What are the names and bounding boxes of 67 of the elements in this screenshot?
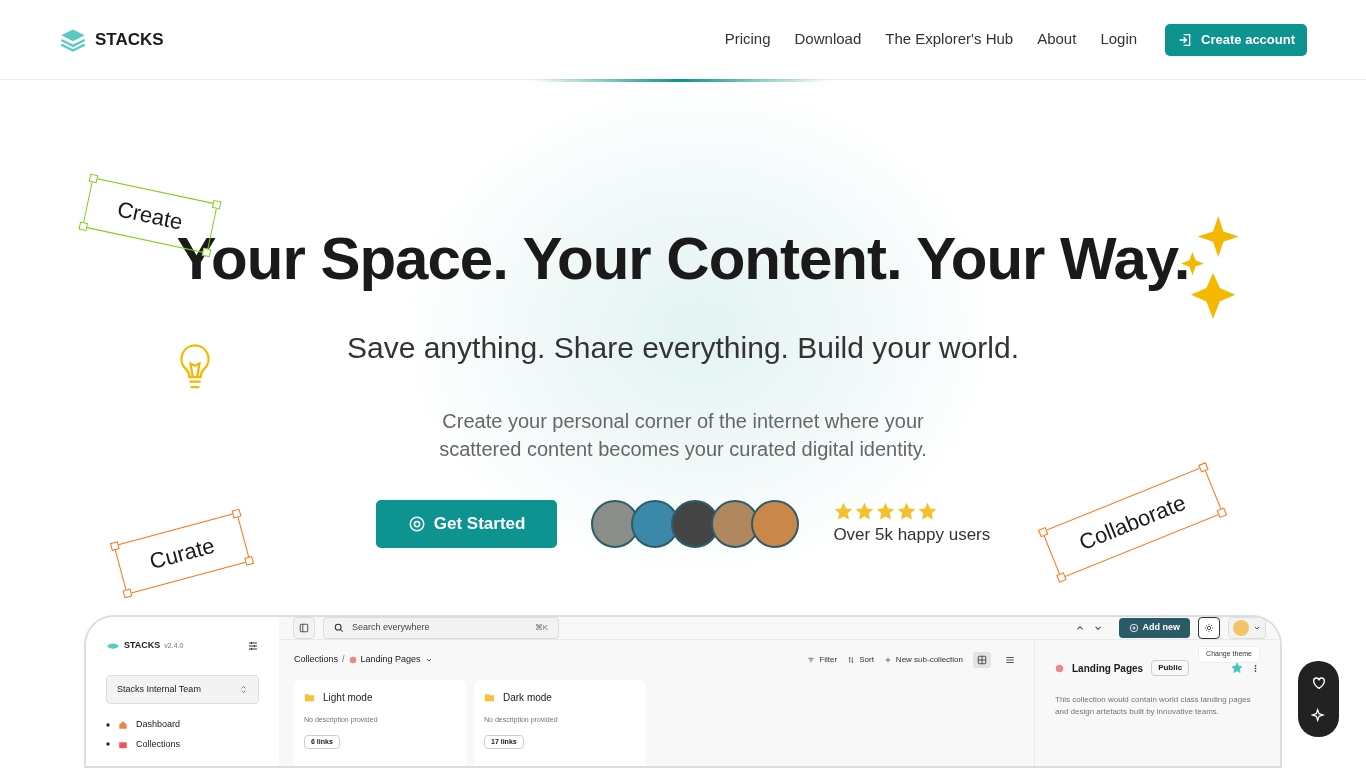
card-title: Light mode xyxy=(323,691,373,705)
star-icon xyxy=(833,500,855,522)
chevron-down-icon xyxy=(1253,624,1261,632)
list-icon xyxy=(1005,655,1015,665)
nav-link[interactable]: Download xyxy=(794,28,862,51)
sliders-icon xyxy=(247,640,259,652)
folder-icon xyxy=(304,692,315,703)
create-account-button[interactable]: Create account xyxy=(1165,23,1307,56)
bullet-icon xyxy=(106,722,110,727)
breadcrumb-link[interactable]: Collections xyxy=(294,653,339,667)
sun-icon xyxy=(1204,623,1214,633)
star-icon xyxy=(896,500,918,522)
get-started-button[interactable]: Get Started xyxy=(375,500,558,548)
add-new-button[interactable]: Add new xyxy=(1118,618,1190,638)
user-avatar xyxy=(1233,620,1249,636)
search-field[interactable]: Search everywhere ⌘K xyxy=(323,617,559,639)
toolbar-button[interactable]: Sort xyxy=(847,654,874,666)
palette-icon xyxy=(1055,663,1064,673)
star-icon[interactable] xyxy=(1231,662,1243,674)
panel-description: This collection would contain world class landing pages and design artefacts built by innovative teams. xyxy=(1055,694,1252,718)
team-selector[interactable]: Stacks Internal Team xyxy=(106,675,259,704)
card-title: Dark mode xyxy=(503,691,552,705)
toolbar-button[interactable]: Filter xyxy=(807,654,838,666)
hero-subtitle: Save anything. Share everything. Build your world. xyxy=(346,330,1019,366)
star-icon xyxy=(875,500,897,522)
sidebar-item-label: Dashboard xyxy=(136,718,181,731)
hero-description: Create your personal corner of the internet where your scattered content becomes your curated digital identity. xyxy=(438,409,928,462)
logo-text: STACKS xyxy=(95,28,164,51)
sidebar-item-label: Collections xyxy=(136,737,181,751)
breadcrumb-current[interactable]: Landing Pages xyxy=(360,653,421,667)
visibility-badge: Public xyxy=(1151,660,1190,676)
nav-link[interactable]: Login xyxy=(1100,28,1138,51)
view-toggle[interactable] xyxy=(973,652,991,668)
app-brand: STACKS xyxy=(124,639,161,653)
sort-icon xyxy=(847,656,856,664)
team-name: Stacks Internal Team xyxy=(117,682,201,696)
chevrons-icon xyxy=(239,685,248,694)
heart-icon xyxy=(1310,675,1327,691)
social-proof-text: Over 5k happy users xyxy=(833,523,991,546)
chevron-down-icon xyxy=(424,656,433,664)
aperture-icon xyxy=(407,515,426,533)
sidebar-item[interactable]: Dashboard xyxy=(106,718,259,732)
sidebar-toggle-button[interactable] xyxy=(293,617,315,639)
filter-icon xyxy=(807,656,816,664)
star-icon xyxy=(854,500,876,522)
breadcrumb-separator: / xyxy=(342,653,345,667)
star-icon xyxy=(917,500,939,522)
plus-circle-icon xyxy=(1128,623,1139,633)
theme-button[interactable] xyxy=(1198,617,1220,639)
shortcut-hint: ⌘K xyxy=(534,622,548,634)
panel-icon xyxy=(299,623,309,633)
house-icon xyxy=(118,719,128,730)
search-icon xyxy=(334,623,344,633)
sidebar-item[interactable]: Collections xyxy=(106,737,259,751)
grid-icon xyxy=(977,655,987,665)
folder-icon xyxy=(484,692,495,703)
nav-link[interactable]: Pricing xyxy=(724,28,771,51)
gift-icon xyxy=(118,739,128,750)
panel-title: Landing Pages xyxy=(1072,661,1144,676)
nav-link[interactable]: About xyxy=(1037,28,1077,51)
bullet-icon xyxy=(106,742,110,747)
sparkle-icon xyxy=(1310,707,1327,723)
palette-icon xyxy=(348,656,357,664)
plus-icon xyxy=(883,656,892,664)
nav-link[interactable]: The Explorer's Hub xyxy=(885,28,1014,51)
search-placeholder: Search everywhere xyxy=(352,621,431,635)
toolbar-button[interactable]: New sub-collection xyxy=(883,654,963,666)
